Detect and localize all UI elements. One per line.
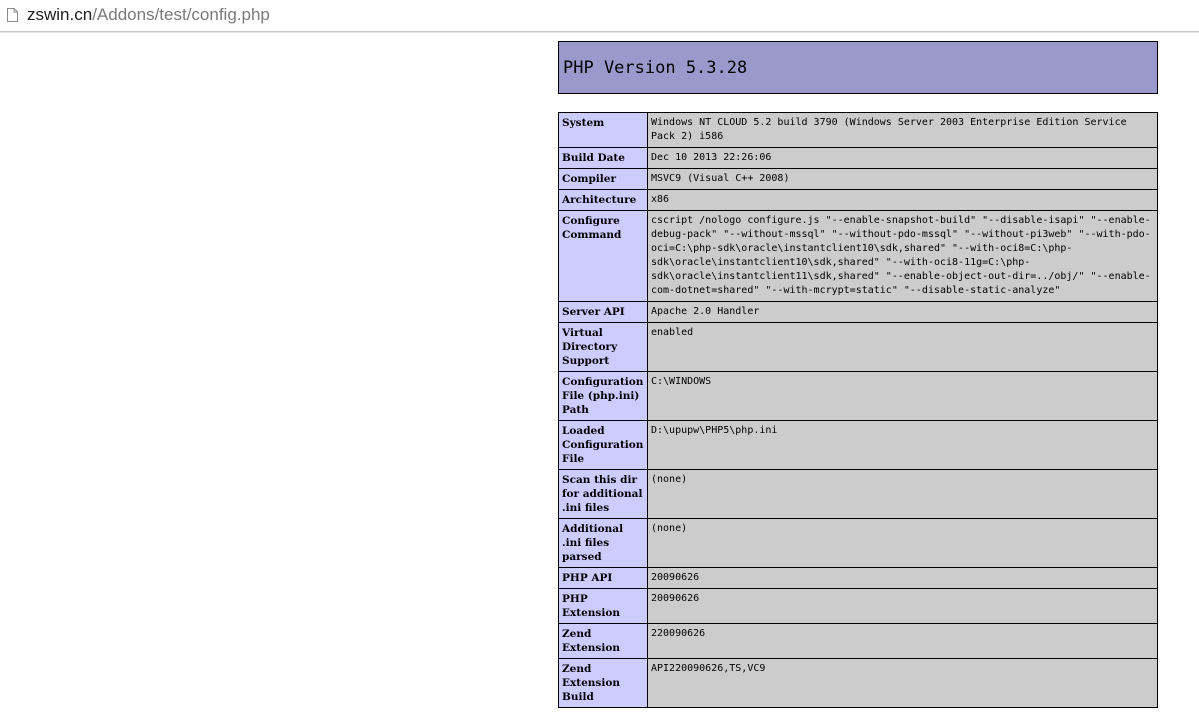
table-row: Configuration File (php.ini) Path C:\WIND… [558, 371, 1158, 421]
row-value: (none) [647, 469, 1158, 519]
info-table: System Windows NT CLOUD 5.2 build 3790 (W… [558, 112, 1158, 708]
row-value: C:\WINDOWS [647, 371, 1158, 421]
row-value: API220090626,TS,VC9 [647, 658, 1158, 708]
table-row: System Windows NT CLOUD 5.2 build 3790 (W… [558, 112, 1158, 148]
row-label: Zend Extension Build [558, 658, 648, 708]
table-row: Loaded Configuration File D:\upupw\PHP5\p… [558, 420, 1158, 470]
table-row: Server API Apache 2.0 Handler [558, 301, 1158, 323]
row-label: Additional .ini files parsed [558, 518, 648, 568]
row-value: D:\upupw\PHP5\php.ini [647, 420, 1158, 470]
phpinfo-content: PHP Version 5.3.28 System Windows NT CLOU… [558, 41, 1158, 708]
row-value: 220090626 [647, 623, 1158, 659]
url-host: zswin.cn [27, 5, 93, 24]
row-label: System [558, 112, 648, 148]
row-value: (none) [647, 518, 1158, 568]
table-row: Build Date Dec 10 2013 22:26:06 [558, 147, 1158, 169]
row-value: Dec 10 2013 22:26:06 [647, 147, 1158, 169]
table-row: Scan this dir for additional .ini files(… [558, 469, 1158, 519]
table-row: PHP Extension 20090626 [558, 588, 1158, 624]
row-value: enabled [647, 322, 1158, 372]
table-row: Virtual Directory Support enabled [558, 322, 1158, 372]
table-row: Zend Extension Build API220090626,TS,VC9 [558, 658, 1158, 708]
table-row: Compiler MSVC9 (Visual C++ 2008) [558, 168, 1158, 190]
url-path: /Addons/test/config.php [92, 5, 270, 24]
row-label: PHP Extension [558, 588, 648, 624]
address-bar[interactable]: zswin.cn/Addons/test/config.php [0, 0, 1199, 32]
table-row: Additional .ini files parsed (none) [558, 518, 1158, 568]
row-label: Zend Extension [558, 623, 648, 659]
table-row: Configure Command cscript /nologo configu… [558, 210, 1158, 302]
row-value: 20090626 [647, 567, 1158, 589]
page-icon [7, 8, 18, 22]
row-value: MSVC9 (Visual C++ 2008) [647, 168, 1158, 190]
row-value: x86 [647, 189, 1158, 211]
row-label: Configure Command [558, 210, 648, 302]
php-version-title: PHP Version 5.3.28 [563, 58, 748, 78]
row-label: PHP API [558, 567, 648, 589]
table-row: Architecture x86 [558, 189, 1158, 211]
row-label: Scan this dir for additional .ini files [558, 469, 648, 519]
row-value: Windows NT CLOUD 5.2 build 3790 (Windows… [647, 112, 1158, 148]
row-label: Configuration File (php.ini) Path [558, 371, 648, 421]
row-label: Compiler [558, 168, 648, 190]
table-row: PHP API 20090626 [558, 567, 1158, 589]
table-row: Zend Extension 220090626 [558, 623, 1158, 659]
row-value: 20090626 [647, 588, 1158, 624]
row-value: Apache 2.0 Handler [647, 301, 1158, 323]
row-label: Virtual Directory Support [558, 322, 648, 372]
row-label: Architecture [558, 189, 648, 211]
row-label: Build Date [558, 147, 648, 169]
row-value: cscript /nologo configure.js "--enable-s… [647, 210, 1158, 302]
php-version-header: PHP Version 5.3.28 [558, 41, 1158, 94]
row-label: Server API [558, 301, 648, 323]
url-text[interactable]: zswin.cn/Addons/test/config.php [27, 5, 270, 25]
row-label: Loaded Configuration File [558, 420, 648, 470]
